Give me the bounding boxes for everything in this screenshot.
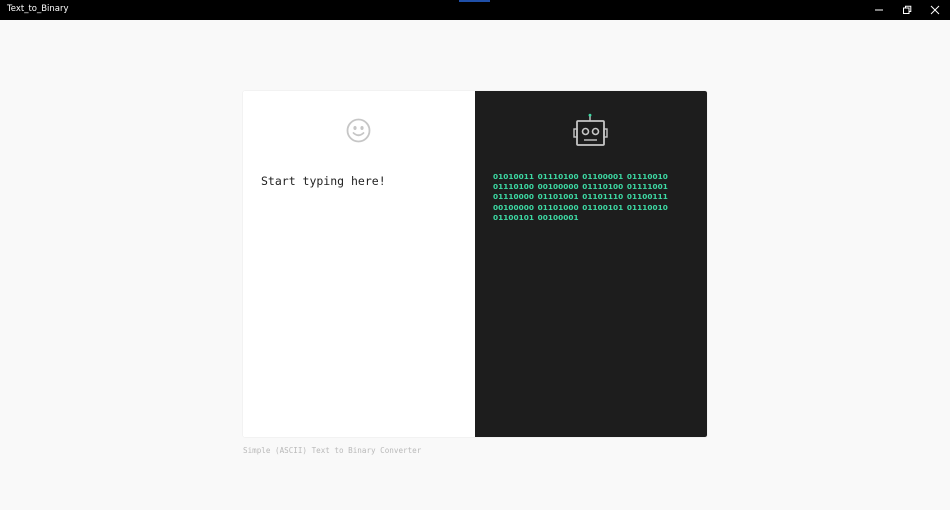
close-button[interactable] — [921, 0, 949, 20]
output-panel: 01010011 01110100 01100001 01110010 0111… — [475, 91, 707, 437]
input-panel — [243, 91, 475, 437]
close-icon — [930, 5, 940, 15]
smiley-face-icon — [346, 118, 371, 143]
app-caption: Simple (ASCII) Text to Binary Converter — [243, 446, 422, 455]
text-input-field[interactable] — [261, 171, 457, 191]
binary-output-text: 01010011 01110100 01100001 01110010 0111… — [493, 172, 672, 222]
restore-icon — [903, 5, 912, 14]
minimize-icon — [875, 9, 883, 11]
window-title: Text_to_Binary — [7, 4, 69, 14]
converter-card: 01010011 01110100 01100001 01110010 0111… — [243, 91, 707, 437]
minimize-button[interactable] — [865, 0, 893, 20]
title-bar: Text_to_Binary — [0, 0, 950, 20]
robot-icon — [573, 113, 608, 146]
title-accent-bar — [459, 0, 490, 2]
maximize-button[interactable] — [893, 0, 921, 20]
